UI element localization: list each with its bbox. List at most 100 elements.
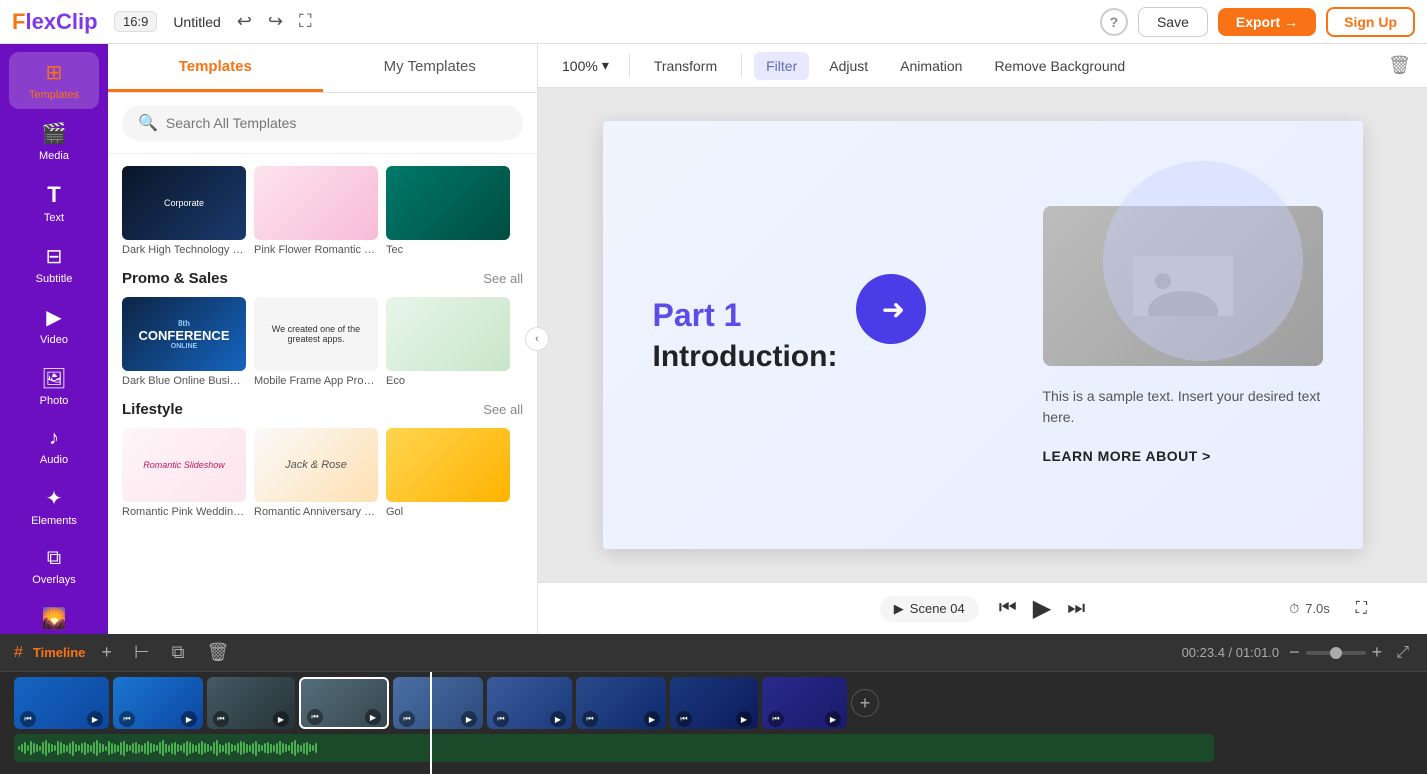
adjust-button[interactable]: Adjust	[817, 52, 880, 80]
search-input[interactable]	[166, 115, 507, 131]
sidebar-item-templates[interactable]: ⊞ Templates	[9, 52, 99, 109]
clip-09-back[interactable]: ⏮	[768, 711, 784, 727]
tab-templates[interactable]: Templates	[108, 44, 323, 92]
video-icon: ▶	[46, 305, 61, 330]
animation-button[interactable]: Animation	[888, 52, 974, 80]
clip-06-back[interactable]: ⏮	[493, 711, 509, 727]
skip-back-button[interactable]: ⏮	[999, 597, 1017, 620]
signup-button[interactable]: Sign Up	[1326, 7, 1415, 37]
sidebar-item-elements[interactable]: ✦ Elements	[9, 478, 99, 535]
clip-04-play[interactable]: ▶	[365, 709, 381, 725]
template-name-tec: Tec	[386, 244, 510, 256]
export-button[interactable]: Export →	[1218, 8, 1316, 36]
clip-02-back[interactable]: ⏮	[119, 711, 135, 727]
template-card-tech1[interactable]: Corporate Dark High Technology Corporate…	[122, 166, 246, 256]
timeline-split-button[interactable]: ⊢	[128, 640, 156, 665]
clip-04-active[interactable]: ⏮ ▶	[299, 677, 389, 729]
sidebar-item-video[interactable]: ▶ Video	[9, 297, 99, 354]
zoom-slider[interactable]	[1306, 651, 1366, 655]
zoom-in-button[interactable]: +	[1372, 642, 1383, 663]
sidebar-item-overlays[interactable]: ⧉ Overlays	[9, 539, 99, 594]
template-card-rom-wedding[interactable]: Romantic Slideshow Romantic Pink Wedding…	[122, 428, 246, 518]
clip-09[interactable]: ⏮ ▶	[762, 677, 847, 729]
template-card-gold[interactable]: Gol	[386, 428, 510, 518]
scene-duration: 7.0s	[1305, 601, 1330, 616]
topbar-right: ? Save Export → Sign Up	[1100, 7, 1415, 37]
see-all-lifestyle[interactable]: See all	[483, 402, 523, 417]
filter-button[interactable]: Filter	[754, 52, 809, 80]
clip-01-controls: ⏮ ▶	[16, 711, 107, 727]
scene-left-content: Part 1 Introduction:	[603, 121, 1023, 549]
sidebar-label-subtitle: Subtitle	[36, 273, 73, 285]
template-card-conf[interactable]: 8th CONFERENCE ONLINE Dark Blue Online B…	[122, 297, 246, 387]
clip-08[interactable]: ⏮ ▶	[670, 677, 758, 729]
clip-09-controls: ⏮ ▶	[764, 711, 845, 727]
scene-learn-more: LEARN MORE ABOUT >	[1043, 448, 1333, 464]
clip-04-back[interactable]: ⏮	[307, 709, 323, 725]
zoom-control[interactable]: 100% ▾	[554, 53, 617, 78]
collapse-icon[interactable]: ‹	[525, 327, 549, 351]
clip-07-back[interactable]: ⏮	[582, 711, 598, 727]
play-overlay-button[interactable]: ➜	[856, 274, 926, 344]
undo-button[interactable]: ↩	[233, 7, 256, 36]
tab-my-templates[interactable]: My Templates	[323, 44, 538, 92]
promo-template-row: 8th CONFERENCE ONLINE Dark Blue Online B…	[122, 297, 523, 387]
clip-03-play[interactable]: ▶	[273, 711, 289, 727]
redo-button[interactable]: ↪	[264, 7, 287, 36]
add-clip-button[interactable]: +	[851, 689, 879, 717]
timeline-add-scene-button[interactable]: +	[95, 640, 118, 665]
clip-03-back[interactable]: ⏮	[213, 711, 229, 727]
logo-flex: F	[12, 9, 25, 35]
help-button[interactable]: ?	[1100, 8, 1128, 36]
sidebar-item-media[interactable]: 🎬 Media	[9, 113, 99, 170]
subtitle-icon: ⊟	[46, 244, 63, 269]
template-card-wedding1[interactable]: Pink Flower Romantic Wedding ...	[254, 166, 378, 256]
clip-02-controls: ⏮ ▶	[115, 711, 201, 727]
timeline-copy-button[interactable]: ⧉	[166, 640, 191, 665]
clip-01-play[interactable]: ▶	[87, 711, 103, 727]
clip-03[interactable]: ⏮ ▶	[207, 677, 295, 729]
sidebar-item-photo[interactable]: 🖼 Photo	[9, 358, 99, 415]
section-title-lifestyle: Lifestyle	[122, 401, 183, 418]
template-card-anniversary[interactable]: Jack & Rose Romantic Anniversary Collage…	[254, 428, 378, 518]
clip-09-play[interactable]: ▶	[825, 711, 841, 727]
template-card-tec[interactable]: Tec	[386, 166, 510, 256]
panel-collapse[interactable]: ‹	[525, 327, 549, 351]
clip-02[interactable]: ⏮ ▶	[113, 677, 203, 729]
zoom-out-button[interactable]: −	[1289, 642, 1300, 663]
clip-07[interactable]: ⏮ ▶	[576, 677, 666, 729]
play-pause-button[interactable]: ▶	[1033, 594, 1051, 623]
section-title-promo: Promo & Sales	[122, 270, 228, 287]
clip-05[interactable]: ⏮ ▶	[393, 677, 483, 729]
clip-02-play[interactable]: ▶	[181, 711, 197, 727]
timeline-delete-clip-button[interactable]: 🗑	[200, 640, 235, 665]
see-all-promo[interactable]: See all	[483, 271, 523, 286]
template-card-eco[interactable]: Eco	[386, 297, 510, 387]
template-name-eco: Eco	[386, 375, 510, 387]
clip-01[interactable]: ⏮ ▶	[14, 677, 109, 729]
fullscreen-button[interactable]: ⛶	[295, 7, 316, 36]
clip-05-back[interactable]: ⏮	[399, 711, 415, 727]
clip-07-play[interactable]: ▶	[644, 711, 660, 727]
remove-bg-button[interactable]: Remove Background	[982, 52, 1137, 80]
transform-button[interactable]: Transform	[642, 52, 729, 80]
sidebar-item-audio[interactable]: ♪ Audio	[9, 419, 99, 474]
clip-08-back[interactable]: ⏮	[676, 711, 692, 727]
clip-05-play[interactable]: ▶	[461, 711, 477, 727]
clip-01-back[interactable]: ⏮	[20, 711, 36, 727]
skip-forward-button[interactable]: ⏭	[1067, 597, 1085, 620]
sidebar-item-bkground[interactable]: 🌄 BKground	[9, 598, 99, 634]
clip-08-play[interactable]: ▶	[736, 711, 752, 727]
delete-button[interactable]: 🗑	[1388, 55, 1411, 76]
clip-06[interactable]: ⏮ ▶	[487, 677, 572, 729]
timeline-area: # Timeline + ⊢ ⧉ 🗑 00:23.4 / 01:01.0 − +…	[0, 634, 1427, 774]
sidebar-item-subtitle[interactable]: ⊟ Subtitle	[9, 236, 99, 293]
template-card-phone[interactable]: We created one of the greatest apps. Mob…	[254, 297, 378, 387]
sidebar-item-text[interactable]: T Text	[9, 174, 99, 232]
timeline-expand-button[interactable]: ⤢	[1392, 640, 1413, 666]
screenshot-button[interactable]: ⛶	[1356, 600, 1367, 618]
main-layout: ⊞ Templates 🎬 Media T Text ⊟ Subtitle ▶ …	[0, 44, 1427, 634]
aspect-ratio-badge[interactable]: 16:9	[114, 11, 157, 32]
save-button[interactable]: Save	[1138, 7, 1208, 37]
clip-06-play[interactable]: ▶	[550, 711, 566, 727]
